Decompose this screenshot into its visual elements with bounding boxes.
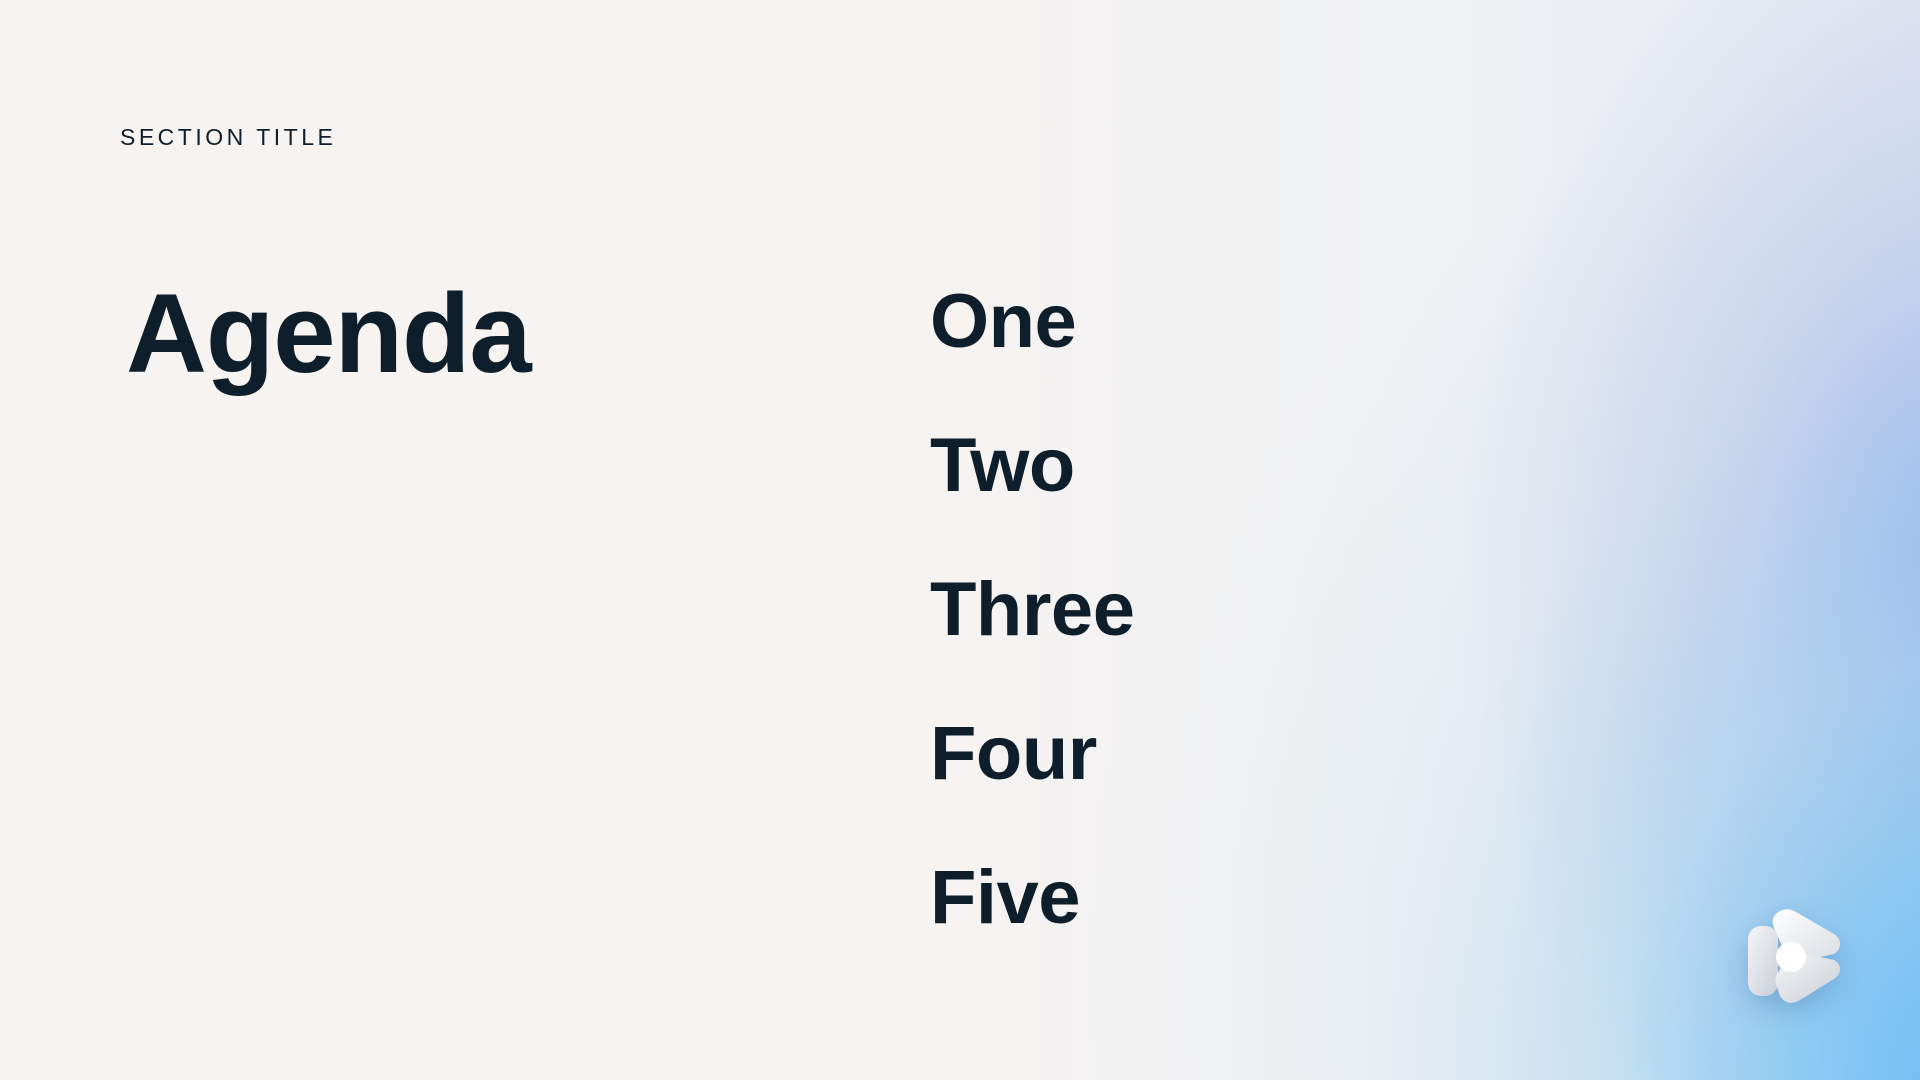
agenda-item-five: Five xyxy=(930,855,1081,940)
agenda-item-one: One xyxy=(930,279,1077,364)
agenda-item-three: Three xyxy=(930,567,1135,652)
agenda-item-two: Two xyxy=(930,423,1075,508)
agenda-heading: Agenda xyxy=(126,271,532,396)
agenda-item-four: Four xyxy=(930,711,1097,796)
section-title: SECTION TITLE xyxy=(120,124,337,150)
play-logo-icon xyxy=(1746,904,1846,1008)
agenda-list: One Two Three Four Five xyxy=(930,279,1135,1004)
